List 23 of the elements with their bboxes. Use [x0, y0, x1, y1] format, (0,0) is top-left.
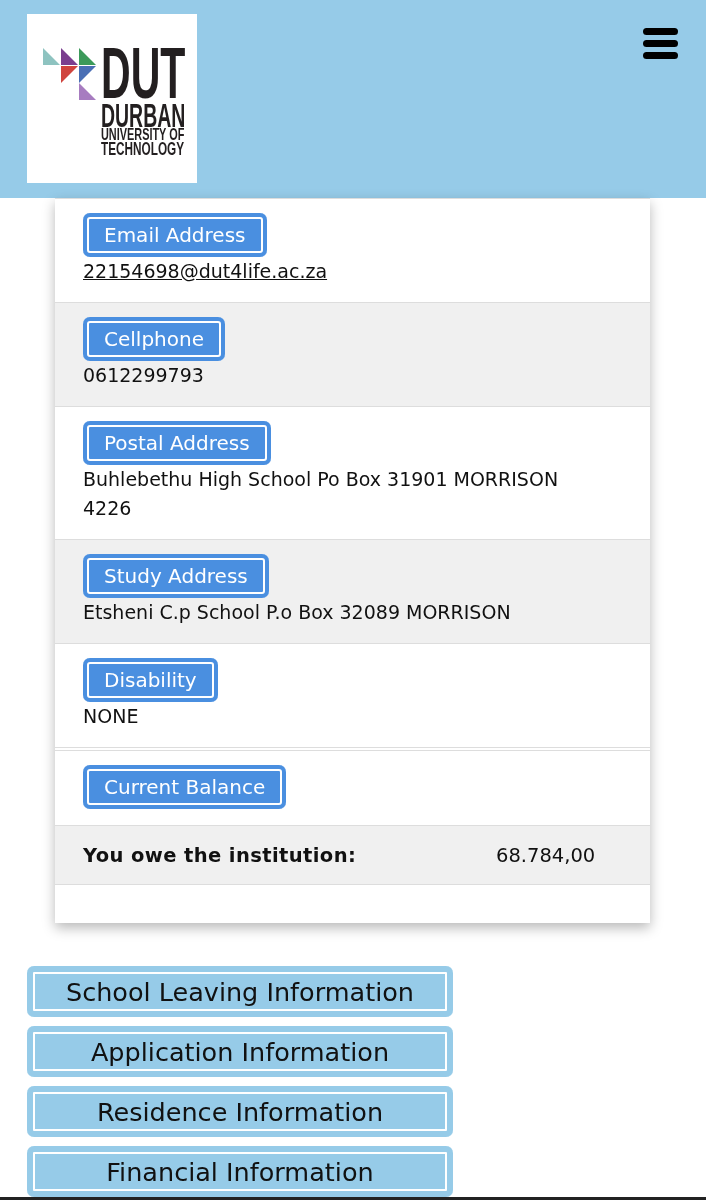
field-label: Study Address [83, 554, 269, 598]
email-link[interactable]: 22154698@dut4life.ac.za [83, 257, 328, 286]
field-label: Email Address [83, 213, 267, 257]
field-value: Etsheni C.p School P.o Box 32089 MORRISON [83, 600, 512, 625]
field-label: Cellphone [83, 317, 225, 361]
balance-amount: 68.784,00 [496, 843, 597, 867]
logo-text: TECHNOLOGY [101, 141, 185, 156]
triangles-icon [43, 48, 96, 100]
logo-title: DUT [101, 45, 186, 101]
menu-icon[interactable] [643, 28, 678, 59]
logo-text: DURBAN [101, 103, 186, 128]
logo-text: UNIVERSITY OF [101, 128, 185, 141]
field-label: Postal Address [83, 421, 271, 465]
section-button[interactable]: Financial Information [27, 1146, 453, 1197]
section-button[interactable]: Application Information [27, 1026, 453, 1077]
balance-description: You owe the institution: [83, 843, 358, 867]
section-button[interactable]: Residence Information [27, 1086, 453, 1137]
field-value: 0612299793 [83, 363, 205, 388]
section-button[interactable]: School Leaving Information [27, 966, 453, 1017]
field-value: NONE [83, 704, 140, 729]
field-value: Buhlebethu High School Po Box 31901 MORRISON 4226 [83, 467, 560, 521]
field-label: Current Balance [83, 765, 287, 809]
field-label: Disability [83, 658, 218, 702]
